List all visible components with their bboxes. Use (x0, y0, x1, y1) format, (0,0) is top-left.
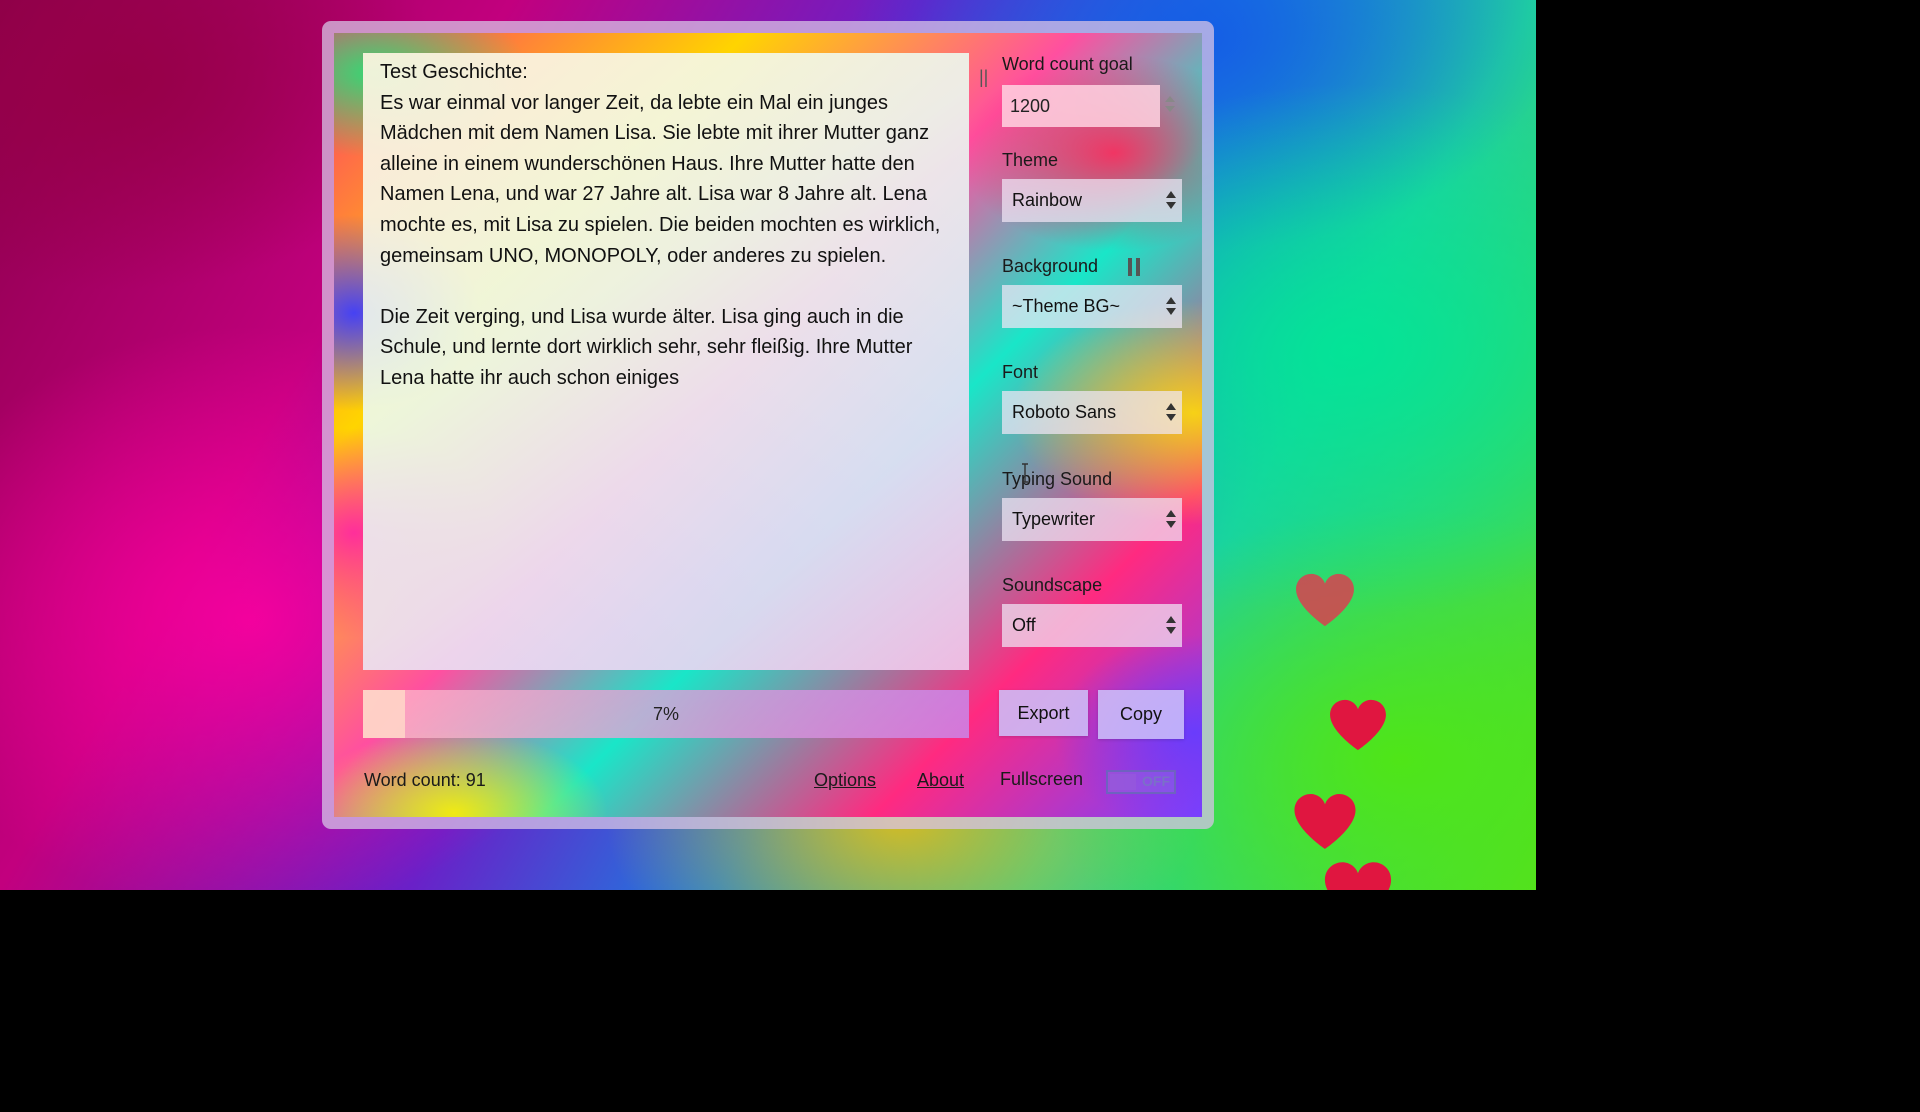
background-label: Background (1002, 256, 1099, 276)
background-select-value: ~Theme BG~ (1012, 296, 1121, 316)
export-button[interactable]: Export (999, 690, 1088, 736)
rainbow-background: Test Geschichte: Es war einmal vor lange… (0, 0, 1536, 890)
font-label: Font (1002, 362, 1039, 382)
select-arrows-icon (1166, 616, 1176, 636)
theme-label: Theme (1002, 150, 1059, 170)
theme-select-value: Rainbow (1012, 190, 1083, 210)
typing-sound-select[interactable]: Typewriter (1002, 498, 1182, 541)
typing-sound-label: Typing Sound (1002, 469, 1113, 489)
text-cursor-icon (1022, 463, 1028, 483)
typing-sound-select-value: Typewriter (1012, 509, 1096, 529)
heart-icon (1296, 573, 1354, 627)
about-link[interactable]: About (917, 770, 964, 791)
theme-select[interactable]: Rainbow (1002, 179, 1182, 222)
editor-text[interactable]: Test Geschichte: Es war einmal vor lange… (380, 57, 957, 394)
word-goal-stepper-icon[interactable] (1165, 96, 1175, 116)
soundscape-label: Soundscape (1002, 575, 1103, 595)
pause-icon[interactable] (1128, 258, 1142, 276)
fullscreen-label: Fullscreen (1000, 769, 1084, 789)
heart-icon (1330, 699, 1386, 751)
story-editor[interactable]: Test Geschichte: Es war einmal vor lange… (363, 53, 969, 670)
word-goal-input[interactable]: 1200 (1002, 85, 1160, 127)
font-select-value: Roboto Sans (1012, 402, 1117, 422)
word-goal-label: Word count goal (1002, 54, 1133, 74)
options-link[interactable]: Options (814, 770, 876, 791)
soundscape-select-value: Off (1012, 615, 1036, 635)
heart-icon (1294, 794, 1356, 849)
soundscape-select[interactable]: Off (1002, 604, 1182, 647)
background-select[interactable]: ~Theme BG~ (1002, 285, 1182, 328)
word-goal-progress-bar: 7% (363, 690, 969, 738)
heart-icon (1324, 862, 1392, 890)
select-arrows-icon (1166, 403, 1176, 423)
select-arrows-icon (1166, 191, 1176, 211)
copy-button[interactable]: Copy (1098, 690, 1184, 739)
fullscreen-toggle[interactable]: OFF (1106, 770, 1176, 794)
word-count-status: Word count: 91 (364, 770, 486, 790)
font-select[interactable]: Roboto Sans (1002, 391, 1182, 434)
editor-resize-handle[interactable]: || (979, 67, 989, 87)
toggle-knob (1110, 774, 1136, 790)
progress-percent: 7% (652, 704, 679, 724)
toggle-state: OFF (1142, 773, 1170, 789)
select-arrows-icon (1166, 510, 1176, 530)
select-arrows-icon (1166, 297, 1176, 317)
